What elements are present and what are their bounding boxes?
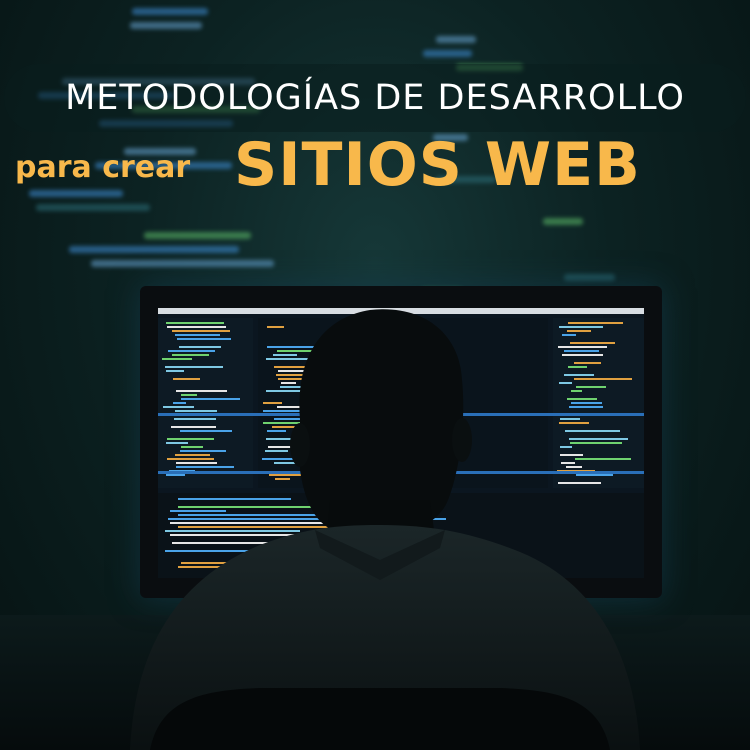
- headline-line1: METODOLOGÍAS DE DESARROLLO: [65, 78, 685, 118]
- headline-main: SITIOS WEB: [234, 130, 641, 200]
- hero-image: METODOLOGÍAS DE DESARROLLO para crear SI…: [0, 0, 750, 750]
- headline-prefix: para crear: [15, 150, 191, 185]
